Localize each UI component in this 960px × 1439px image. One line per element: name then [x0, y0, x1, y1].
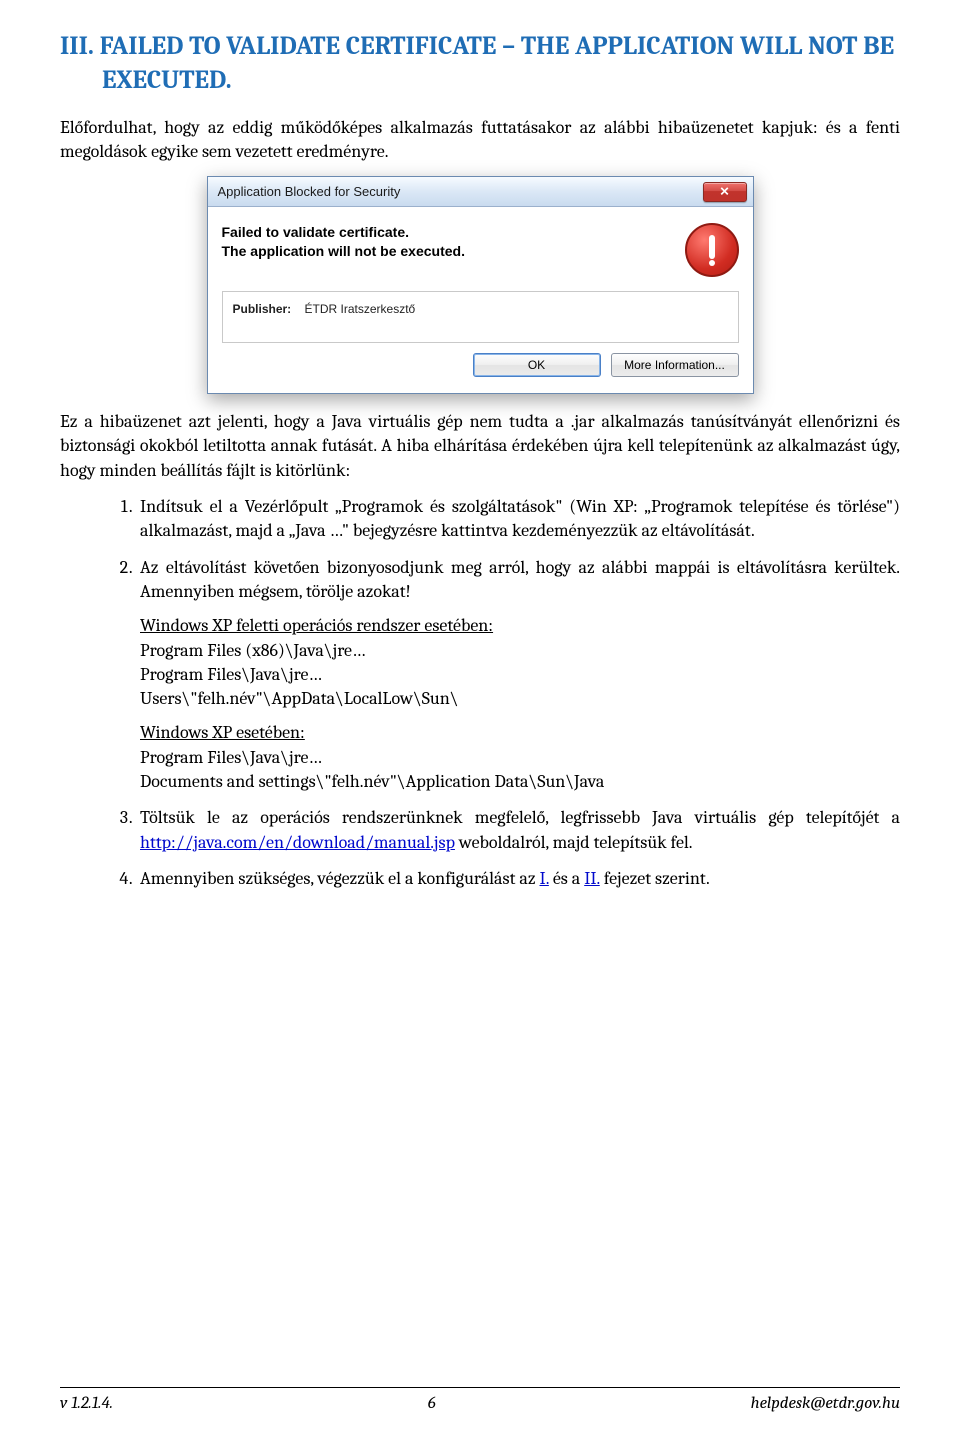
step-4-text-a: Amennyiben szükséges, végezzük el a konf… [140, 868, 540, 889]
chapter-1-link[interactable]: I. [540, 868, 549, 889]
step-4-text-b: fejezet szerint. [600, 868, 710, 889]
after-image-paragraph: Ez a hibaüzenet azt jelenti, hogy a Java… [60, 410, 900, 483]
dialog-screenshot: Application Blocked for Security ✕ Faile… [60, 176, 900, 394]
dialog-close-button[interactable]: ✕ [703, 182, 747, 202]
intro-paragraph: Előfordulhat, hogy az eddig működőképes … [60, 116, 900, 165]
dialog-more-button[interactable]: More Information... [611, 353, 739, 377]
dialog-message-line1: Failed to validate certificate. [222, 223, 465, 242]
publisher-label: Publisher: [233, 302, 292, 316]
dialog-ok-button[interactable]: OK [473, 353, 601, 377]
dialog-message-line2: The application will not be executed. [222, 242, 465, 261]
close-icon: ✕ [719, 184, 729, 198]
chapter-2-link[interactable]: II. [584, 868, 600, 889]
step-2-block1-line3: Users\"felh.név"\AppData\LocalLow\Sun\ [140, 687, 900, 711]
step-3: Töltsük le az operációs rendszerünknek m… [136, 806, 900, 855]
step-2-block2-line1: Program Files\Java\jre… [140, 746, 900, 770]
publisher-value: ÉTDR Iratszerkesztő [305, 302, 416, 316]
footer-email: helpdesk@etdr.gov.hu [751, 1394, 900, 1413]
step-3-text-b: weboldalról, majd telepítsük fel. [455, 832, 693, 853]
step-3-text-a: Töltsük le az operációs rendszerünknek m… [140, 807, 900, 828]
step-2-block1-line2: Program Files\Java\jre… [140, 663, 900, 687]
step-1: Indítsuk el a Vezérlőpult „Programok és … [136, 495, 900, 544]
step-4: Amennyiben szükséges, végezzük el a konf… [136, 867, 900, 891]
alert-icon [685, 223, 739, 277]
dialog-titlebar: Application Blocked for Security ✕ [208, 177, 753, 207]
page-footer: v 1.2.1.4. 6 helpdesk@etdr.gov.hu [60, 1387, 900, 1413]
step-2-block2-title: Windows XP esetében: [140, 721, 900, 745]
dialog-detail-box: Publisher: ÉTDR Iratszerkesztő [222, 291, 739, 343]
footer-version: v 1.2.1.4. [60, 1394, 113, 1413]
java-download-link[interactable]: http://java.com/en/download/manual.jsp [140, 832, 455, 853]
dialog-title: Application Blocked for Security [218, 184, 401, 199]
step-2-block2-line2: Documents and settings\"felh.név"\Applic… [140, 770, 900, 794]
step-2-block1-title: Windows XP feletti operációs rendszer es… [140, 614, 900, 638]
step-4-text-mid: és a [549, 868, 584, 889]
footer-page-number: 6 [428, 1394, 436, 1413]
step-2: Az eltávolítást követően bizonyosodjunk … [136, 556, 900, 795]
step-2-block1-line1: Program Files (x86)\Java\jre… [140, 639, 900, 663]
section-heading: III. FAILED TO VALIDATE CERTIFICATE – TH… [60, 30, 900, 98]
step-2-text: Az eltávolítást követően bizonyosodjunk … [140, 557, 900, 602]
